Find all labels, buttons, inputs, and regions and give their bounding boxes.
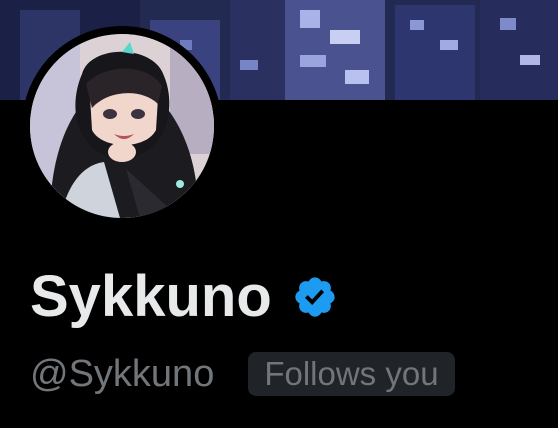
profile-name-row: Sykkuno [30,262,338,332]
avatar[interactable] [30,34,214,218]
profile-handle-row: @Sykkuno Follows you [30,350,455,398]
follows-you-badge: Follows you [248,352,455,396]
user-handle: @Sykkuno [30,353,215,395]
verified-badge-icon[interactable] [292,274,338,320]
display-name: Sykkuno [30,264,272,329]
avatar-illustration [30,34,214,218]
